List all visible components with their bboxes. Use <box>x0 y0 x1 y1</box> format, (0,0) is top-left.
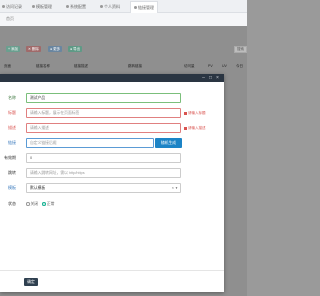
dialog-header: – □ × <box>0 74 224 82</box>
tab-icon <box>66 5 69 9</box>
error-hint: 请输入描述 <box>184 123 206 133</box>
radio-off[interactable]: 关闭 <box>26 202 38 206</box>
chevron-down-icon: ▼ <box>175 186 178 190</box>
tab-visit-log[interactable]: 访问记录 <box>2 3 22 11</box>
field-label: 链接 <box>8 140 16 145</box>
col-header: PV <box>208 64 213 68</box>
close-icon[interactable]: × <box>215 75 220 81</box>
form-row-expire: 有效期 0 <box>0 153 224 163</box>
status-radio-group: 关闭 正常 <box>26 199 54 209</box>
confirm-button[interactable]: 确定 <box>24 278 38 286</box>
add-button[interactable]: + 添加 <box>6 46 21 52</box>
radio-on[interactable]: 正常 <box>42 202 54 206</box>
error-icon <box>184 111 187 115</box>
clear-icon[interactable]: × <box>172 184 174 192</box>
col-header: UV <box>222 64 227 68</box>
title-input[interactable]: 请输入标题，展示在页面标签 <box>26 108 181 118</box>
minimize-icon[interactable]: – <box>201 75 206 81</box>
breadcrumb-bar: 首页 <box>0 13 247 26</box>
form-row-redirect: 跳转 请输入跳转网址，需以 http/https <box>0 168 224 178</box>
redirect-url-input[interactable]: 请输入跳转网址，需以 http/https <box>26 168 181 178</box>
random-generate-button[interactable]: 随机生成 <box>155 138 182 148</box>
tab-icon <box>32 5 35 9</box>
description-input[interactable]: 请输入描述 <box>26 123 181 133</box>
maximize-icon[interactable]: □ <box>208 75 213 81</box>
form-row-link: 链接 自定义链接后缀 随机生成 <box>0 138 224 148</box>
radio-icon <box>26 202 30 206</box>
tab-icon <box>100 5 103 9</box>
field-label: 模板 <box>8 185 16 190</box>
radio-checked-icon <box>42 202 46 206</box>
field-label: 描述 <box>8 125 16 130</box>
col-header: 链接名称 <box>36 64 50 68</box>
error-icon <box>184 126 187 130</box>
export-button[interactable]: ● 导出 <box>68 46 83 52</box>
top-tab-bar: 访问记录 模板管理 系统配置 个人资料 链接管理 <box>0 0 247 13</box>
error-hint: 请输入标题 <box>184 108 206 118</box>
tab-icon <box>134 6 137 10</box>
form-row-status: 状态 关闭 正常 <box>0 199 224 209</box>
tab-system[interactable]: 系统配置 <box>66 3 86 11</box>
tab-profile[interactable]: 个人资料 <box>100 3 120 11</box>
field-label: 名称 <box>8 95 16 100</box>
field-label: 有效期 <box>4 155 16 160</box>
form-row-desc: 描述 请输入描述 请输入描述 <box>0 123 224 133</box>
link-suffix-input[interactable]: 自定义链接后缀 <box>26 138 154 148</box>
template-select[interactable]: 默认模板 × ▼ <box>26 183 181 193</box>
col-header: 跳转链接 <box>128 64 142 68</box>
field-label: 跳转 <box>8 170 16 175</box>
form-row-name: 名称 测试产品 <box>0 93 224 103</box>
delete-button[interactable]: ✕ 删除 <box>26 46 41 52</box>
tab-templates[interactable]: 模板管理 <box>32 3 52 11</box>
tab-links[interactable]: 链接管理 <box>130 1 158 13</box>
expire-input[interactable]: 0 <box>26 153 181 163</box>
search-button[interactable]: 搜索 <box>234 46 247 53</box>
breadcrumb-home[interactable]: 首页 <box>6 16 14 22</box>
field-label: 标题 <box>8 110 16 115</box>
more-button[interactable]: ● 更多 <box>48 46 63 52</box>
form-row-title: 标题 请输入标题，展示在页面标签 请输入标题 <box>0 108 224 118</box>
col-header: 今日 <box>236 64 243 68</box>
field-label: 状态 <box>8 201 16 206</box>
form-row-template: 模板 默认模板 × ▼ <box>0 183 224 193</box>
col-header: 页面 <box>4 64 11 68</box>
col-header: 访问量 <box>184 64 195 68</box>
name-input[interactable]: 测试产品 <box>26 93 181 103</box>
tab-icon <box>2 5 5 9</box>
link-edit-dialog: – □ × 名称 测试产品 标题 请输入标题，展示在页面标签 请输入标题 描述 … <box>0 74 224 292</box>
dialog-footer: 确定 <box>0 270 224 292</box>
col-header: 链接描述 <box>74 64 88 68</box>
